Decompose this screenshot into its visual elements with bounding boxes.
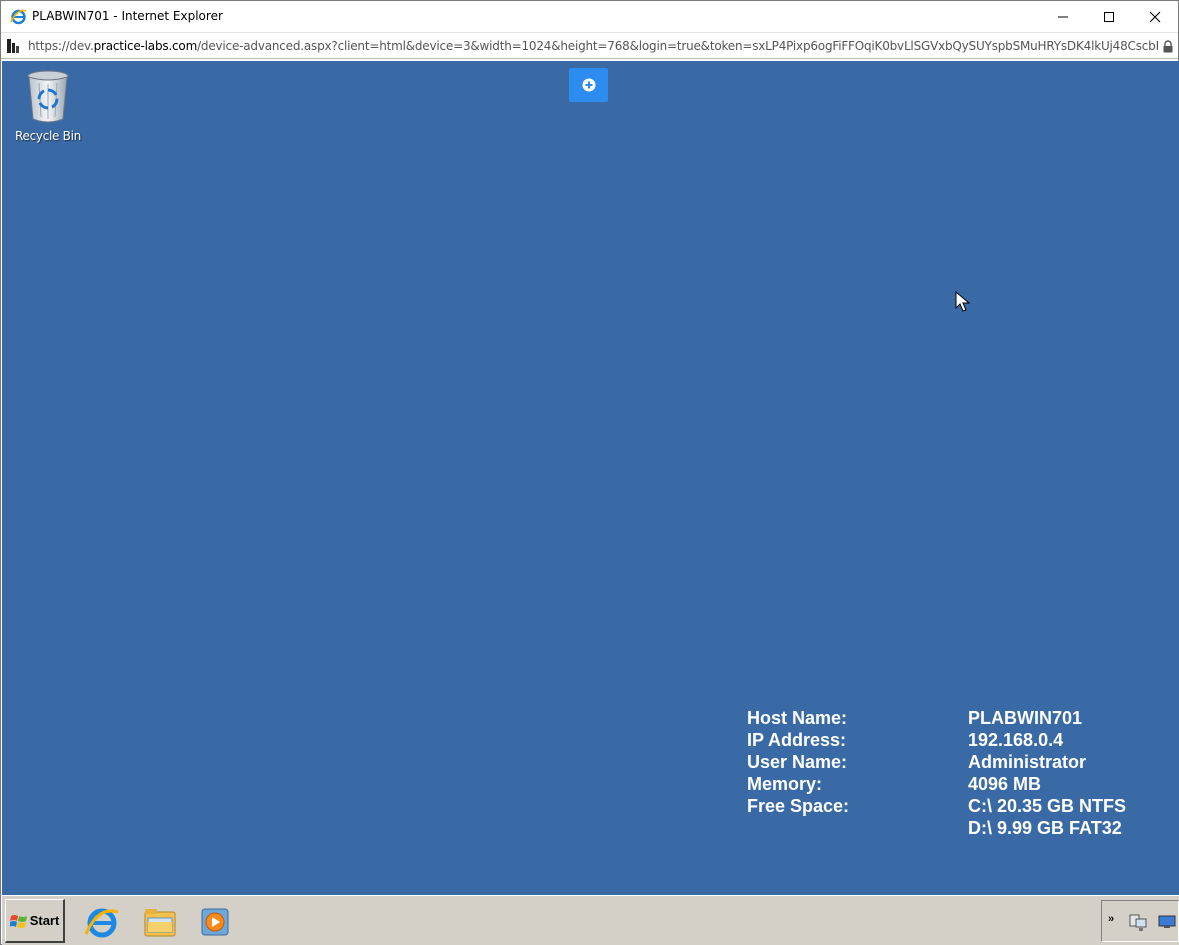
tray-expand-icon[interactable]: »	[1108, 913, 1114, 925]
url-domain: practice-labs.com	[93, 39, 198, 53]
close-button[interactable]	[1132, 1, 1178, 32]
recycle-bin-shortcut[interactable]: Recycle Bin	[10, 69, 86, 143]
memory-value: 4096 MB	[968, 774, 1042, 794]
recycle-bin-label: Recycle Bin	[15, 129, 81, 143]
info-spacer	[747, 817, 968, 839]
windows-explorer-icon[interactable]	[142, 904, 178, 940]
browser-window: PLABWIN701 - Internet Explorer https://d…	[0, 0, 1179, 945]
info-ip-row: IP Address: 192.168.0.4	[747, 729, 1126, 751]
user-name-value: Administrator	[968, 752, 1087, 772]
free-space-c-value: C:\ 20.35 GB NTFS	[968, 796, 1127, 816]
site-favicon-icon	[7, 39, 19, 53]
host-name-value: PLABWIN701	[968, 708, 1083, 728]
minimize-button[interactable]	[1040, 1, 1086, 32]
network-icon[interactable]	[1128, 913, 1150, 933]
user-name-label: User Name:	[747, 752, 848, 772]
toolbar-toggle-button[interactable]	[569, 68, 608, 102]
info-user-row: User Name: Administrator	[747, 751, 1126, 773]
info-memory-row: Memory: 4096 MB	[747, 773, 1126, 795]
maximize-button[interactable]	[1086, 1, 1132, 32]
windows-logo-icon	[9, 914, 27, 928]
system-info-panel: Host Name: PLABWIN701 IP Address: 192.16…	[747, 707, 1126, 839]
plus-circle-icon	[582, 78, 595, 92]
close-icon	[1149, 11, 1161, 22]
start-button[interactable]: Start	[5, 899, 65, 943]
host-name-label: Host Name:	[747, 708, 848, 728]
media-player-icon[interactable]	[198, 904, 234, 940]
start-label: Start	[29, 913, 60, 928]
system-tray: »	[1101, 900, 1179, 942]
recycle-bin-icon	[27, 70, 69, 123]
taskbar: Start »	[2, 895, 1179, 945]
info-free-space-d-row: D:\ 9.99 GB FAT32	[747, 817, 1126, 839]
memory-label: Memory:	[747, 774, 823, 794]
url-path: /device-advanced.aspx?client=html&device…	[197, 39, 1158, 53]
address-bar[interactable]: https://dev.practice-labs.com/device-adv…	[1, 32, 1178, 59]
url-text[interactable]: https://dev.practice-labs.com/device-adv…	[28, 39, 1158, 53]
internet-explorer-icon	[10, 9, 27, 25]
internet-explorer-icon[interactable]	[84, 904, 120, 940]
free-space-label: Free Space:	[747, 796, 850, 816]
window-title: PLABWIN701 - Internet Explorer	[32, 9, 223, 23]
free-space-d-value: D:\ 9.99 GB FAT32	[968, 818, 1122, 838]
mouse-cursor-icon	[955, 291, 971, 312]
url-prefix: https://dev.	[28, 39, 94, 53]
display-icon[interactable]	[1158, 915, 1176, 929]
title-bar[interactable]: PLABWIN701 - Internet Explorer	[1, 1, 1178, 32]
remote-desktop[interactable]: Recycle Bin Host Name: PLABWIN701 IP Add…	[2, 61, 1179, 895]
lock-icon[interactable]	[1162, 40, 1174, 53]
info-host-row: Host Name: PLABWIN701	[747, 707, 1126, 729]
maximize-icon	[1104, 11, 1114, 22]
ip-address-value: 192.168.0.4	[968, 730, 1064, 750]
ip-address-label: IP Address:	[747, 730, 847, 750]
info-free-space-row: Free Space: C:\ 20.35 GB NTFS	[747, 795, 1126, 817]
minimize-icon	[1058, 16, 1068, 17]
